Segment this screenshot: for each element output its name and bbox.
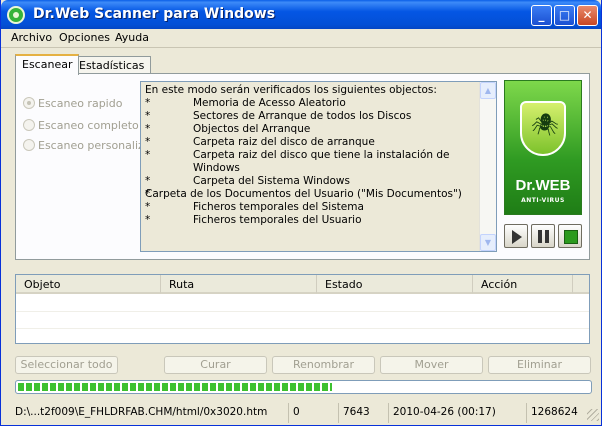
rename-button[interactable]: Renombrar <box>272 356 375 374</box>
info-intro: En este modo serán verificados los sigui… <box>145 84 437 96</box>
spider-shield-icon <box>520 101 566 156</box>
app-window: Dr.Web Scanner para Windows _ □ ✕ Archiv… <box>0 0 602 426</box>
delete-button[interactable]: Eliminar <box>488 356 591 374</box>
cure-button[interactable]: Curar <box>164 356 267 374</box>
column-ruta[interactable]: Ruta <box>161 275 317 294</box>
tab-escanear[interactable]: Escanear <box>15 54 80 75</box>
info-item: Carpeta raiz del disco de arranque <box>193 136 375 148</box>
menu-ayuda[interactable]: Ayuda <box>115 31 149 44</box>
progress-fill <box>18 383 333 391</box>
info-bullet: * <box>145 214 151 226</box>
drweb-app-icon[interactable] <box>7 6 25 24</box>
info-item: Memoria de Acesso Aleatorio <box>193 97 346 109</box>
info-bullet: * <box>145 123 151 135</box>
menu-bar: Archivo Opciones Ayuda <box>1 29 601 48</box>
scan-info-text: En este modo serán verificados los sigui… <box>145 84 475 227</box>
scan-info-box: En este modo serán verificados los sigui… <box>140 81 497 252</box>
status-datetime: 2010-04-26 (00:17) <box>389 403 527 423</box>
info-item: Ficheros temporales del Sistema <box>193 201 364 213</box>
info-bullet: * <box>145 136 151 148</box>
info-bullet: * <box>145 97 151 109</box>
select-all-button[interactable]: Seleccionar todo <box>15 356 118 374</box>
info-bullet: * <box>145 201 151 213</box>
info-scrollbar[interactable]: ▲ ▼ <box>479 82 496 251</box>
stop-scan-button[interactable] <box>558 224 582 248</box>
maximize-button[interactable]: □ <box>554 5 575 26</box>
start-scan-button[interactable] <box>504 224 528 248</box>
info-item: Ficheros temporales del Usuario <box>193 214 362 226</box>
scan-progress-bar <box>15 380 592 394</box>
info-bullet: * <box>145 188 151 200</box>
radio-indicator <box>23 139 35 151</box>
menu-opciones[interactable]: Opciones <box>59 31 110 44</box>
status-current-file: D:\...t2f009\E_FHLDRFAB.CHM/html/0x3020.… <box>11 403 289 423</box>
info-bullet: * <box>145 149 151 161</box>
scroll-down-icon[interactable]: ▼ <box>480 234 496 251</box>
scan-panel: Escaneo rapido Escaneo completo Escaneo … <box>15 73 590 260</box>
window-title: Dr.Web Scanner para Windows <box>33 6 276 22</box>
info-item: Carpeta de los Documentos del Usuario ("… <box>145 188 462 200</box>
radio-indicator <box>23 119 35 131</box>
column-accion[interactable]: Acción <box>473 275 573 294</box>
logo-name: Dr.WEB <box>515 177 571 194</box>
resize-grip[interactable] <box>587 409 599 421</box>
status-infected-count: 0 <box>289 403 339 423</box>
column-filler <box>573 275 589 294</box>
radio-escaneo-completo[interactable]: Escaneo completo <box>23 119 141 135</box>
radio-indicator <box>23 97 35 109</box>
minimize-button[interactable]: _ <box>531 5 552 26</box>
info-bullet: * <box>145 175 151 187</box>
column-estado[interactable]: Estado <box>317 275 473 294</box>
tab-estadisticas[interactable]: Estadísticas <box>72 56 152 74</box>
drweb-logo: Dr.WEB ANTI-VIRUS <box>504 80 582 215</box>
close-button[interactable]: ✕ <box>577 5 598 26</box>
info-bullet: * <box>145 110 151 122</box>
scroll-up-icon[interactable]: ▲ <box>480 82 496 99</box>
column-objeto[interactable]: Objeto <box>16 275 161 294</box>
menu-archivo[interactable]: Archivo <box>11 31 52 44</box>
status-size: 1268624 <box>531 406 578 418</box>
info-item: Sectores de Arranque de todos los Discos <box>193 110 412 122</box>
results-table[interactable]: Objeto Ruta Estado Acción <box>15 274 590 344</box>
status-scanned-count: 7643 <box>339 403 389 423</box>
radio-escaneo-rapido[interactable]: Escaneo rapido <box>23 97 141 113</box>
status-bar: D:\...t2f009\E_FHLDRFAB.CHM/html/0x3020.… <box>1 403 601 423</box>
info-item: Carpeta raiz del disco que tiene la inst… <box>193 149 450 174</box>
grid-line <box>16 311 589 312</box>
title-bar[interactable]: Dr.Web Scanner para Windows _ □ ✕ <box>1 0 601 29</box>
move-button[interactable]: Mover <box>380 356 483 374</box>
info-item: Carpeta del Sistema Windows <box>193 175 350 187</box>
logo-subtitle: ANTI-VIRUS <box>521 197 565 204</box>
pause-scan-button[interactable] <box>531 224 555 248</box>
grid-line <box>16 328 589 329</box>
info-item: Objectos del Arranque <box>193 123 311 135</box>
radio-escaneo-personalizado[interactable]: Escaneo personalizado <box>23 139 141 155</box>
